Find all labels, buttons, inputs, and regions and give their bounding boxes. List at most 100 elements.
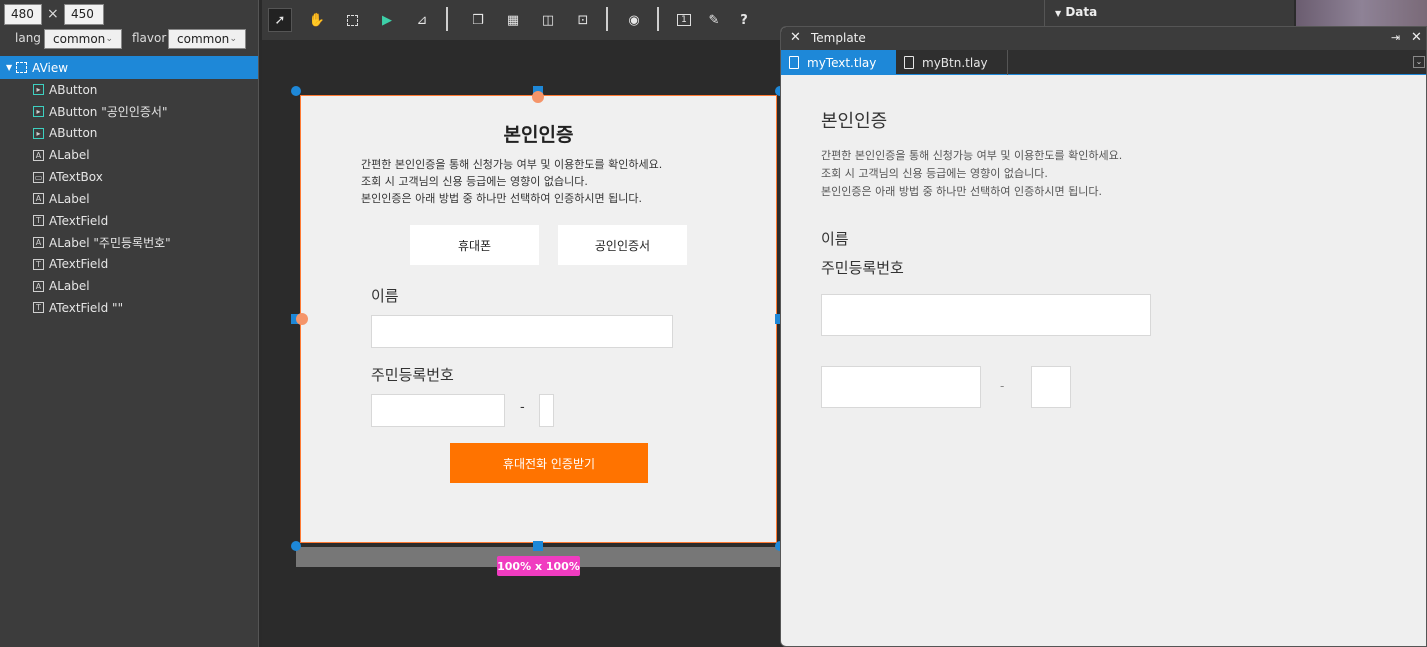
lang-value: common (53, 32, 106, 46)
shapes-icon[interactable]: ⊿ (410, 8, 434, 32)
tree-item-label: AButton (49, 126, 98, 141)
tree-root-label: AView (32, 60, 69, 75)
rrn-dash: - (520, 400, 525, 415)
tree-item[interactable]: ▭ ATextBox (33, 166, 258, 188)
template-heading: 본인인증 (821, 111, 888, 132)
toolbar-divider (657, 7, 659, 31)
template-desc-line: 간편한 본인인증을 통해 신청가능 여부 및 이용한도를 확인하세요. (821, 149, 1123, 162)
collapse-icon[interactable]: ▼ (1055, 9, 1061, 18)
template-dash: - (1000, 379, 1005, 393)
tree-item-label: ALabel (49, 148, 90, 163)
field-component-icon: T (33, 302, 44, 314)
template-desc-line: 조회 시 고객님의 신용 등급에는 영향이 없습니다. (821, 167, 1048, 180)
btn-component-icon: ▸ (33, 84, 44, 96)
times-sign: × (47, 6, 59, 22)
template-desc-line: 본인인증은 아래 방법 중 하나만 선택하여 인증하시면 됩니다. (821, 185, 1102, 198)
tree-item[interactable]: T ATextField "" (33, 297, 258, 319)
select-tool-icon[interactable]: ➚ (268, 8, 292, 32)
number-icon[interactable]: 1 (672, 8, 696, 32)
name-label: 이름 (371, 287, 399, 305)
template-rrn-label: 주민등록번호 (821, 259, 904, 277)
tree-item-label: ATextField "" (49, 300, 124, 315)
tree-item[interactable]: A ALabel "주민등록번호" (33, 232, 258, 254)
template-window: ✕ Template ⇥ ✕ myText.tlay myBtn.tlay ⌄ … (780, 26, 1427, 647)
tree-item-label: AButton "공인인증서" (49, 105, 168, 120)
tree-item[interactable]: ▸ AButton "공인인증서" (33, 101, 258, 123)
template-name-field[interactable] (821, 294, 1151, 336)
tree-root-row[interactable]: ▼ AView (0, 56, 258, 79)
template-rrn-first-field[interactable] (821, 366, 981, 408)
height-input[interactable]: 450 (64, 4, 104, 25)
tree-item-label: ATextBox (49, 170, 103, 185)
rrn-first-field[interactable] (371, 394, 505, 427)
hand-tool-icon[interactable]: ✋ (305, 8, 329, 32)
template-title: Template (811, 31, 866, 45)
tree-item[interactable]: A ALabel (33, 144, 258, 166)
edit-icon[interactable]: ✎ (702, 8, 726, 32)
design-desc-line: 조회 시 고객님의 신용 등급에는 영향이 없습니다. (361, 175, 588, 188)
cert-button[interactable]: 공인인증서 (558, 225, 687, 265)
tree-item[interactable]: ▸ AButton (33, 79, 258, 101)
tab-mybtn[interactable]: myBtn.tlay (896, 50, 1008, 75)
tools-icon: ✕ (790, 30, 801, 45)
label-component-icon: A (33, 236, 44, 248)
field-component-icon: T (33, 258, 44, 270)
eye-icon[interactable]: ◉ (622, 8, 646, 32)
flavor-select[interactable]: common ⌄ (168, 29, 246, 49)
chevron-down-icon[interactable]: ⌄ (1413, 56, 1425, 68)
tab-mytext[interactable]: myText.tlay (781, 50, 896, 75)
tree-item[interactable]: A ALabel (33, 275, 258, 297)
tree-item[interactable]: ▸ AButton (33, 123, 258, 145)
tree-item[interactable]: T ATextField (33, 210, 258, 232)
resize-handle[interactable] (291, 541, 301, 551)
btn-component-icon: ▸ (33, 127, 44, 139)
tree-item[interactable]: T ATextField (33, 253, 258, 275)
name-field[interactable] (371, 315, 673, 348)
phone-verify-button[interactable]: 휴대전화 인증받기 (450, 443, 648, 483)
flavor-label: flavor (132, 31, 167, 45)
fit-icon[interactable]: ⊡ (571, 8, 595, 32)
layers-icon[interactable]: ❒ (466, 8, 490, 32)
help-icon[interactable]: ? (732, 8, 756, 32)
design-frame[interactable]: 본인인증 간편한 본인인증을 통해 신청가능 여부 및 이용한도를 확인하세요.… (300, 95, 777, 543)
play-icon[interactable]: ▶ (375, 8, 399, 32)
rrn-label: 주민등록번호 (371, 366, 454, 384)
anchor-handle[interactable] (532, 91, 544, 103)
template-titlebar[interactable]: ✕ Template ⇥ ✕ (781, 27, 1426, 50)
template-name-label: 이름 (821, 230, 849, 248)
tab-label: myText.tlay (807, 55, 877, 70)
tree-item-label: ATextField (49, 213, 109, 228)
resize-handle[interactable] (533, 541, 543, 551)
tree-item[interactable]: A ALabel (33, 188, 258, 210)
btn-component-icon: ▸ (33, 106, 44, 118)
lang-select[interactable]: common ⌄ (44, 29, 122, 49)
anchor-handle[interactable] (296, 313, 308, 325)
data-header-label: Data (1065, 5, 1098, 19)
data-panel-header: ▼ Data (1044, 0, 1294, 26)
flavor-value: common (177, 32, 230, 46)
phone-button[interactable]: 휴대폰 (410, 225, 539, 265)
rrn-second-field[interactable] (539, 394, 554, 427)
layout-icon[interactable]: ◫ (536, 8, 560, 32)
resize-handle[interactable] (291, 86, 301, 96)
design-desc-line: 본인인증은 아래 방법 중 하나만 선택하여 인증하시면 됩니다. (361, 192, 642, 205)
dock-icon[interactable]: ⇥ (1391, 31, 1400, 44)
file-icon (789, 56, 799, 69)
marquee-tool-icon[interactable] (340, 8, 364, 32)
data-header[interactable]: ▼ Data (1055, 5, 1097, 19)
design-title: 본인인증 (503, 124, 574, 146)
width-input[interactable]: 480 (4, 4, 42, 25)
close-icon[interactable]: ✕ (1411, 30, 1422, 45)
expand-icon[interactable]: ▼ (6, 63, 12, 72)
outline-panel: 480 × 450 lang common ⌄ flavor common ⌄ … (0, 0, 258, 647)
template-description: 간편한 본인인증을 통해 신청가능 여부 및 이용한도를 확인하세요. 조회 시… (821, 147, 1122, 201)
tree-list: ▸ AButton ▸ AButton "공인인증서" ▸ AButton A ALabel ▭… (33, 79, 258, 319)
design-desc-line: 간편한 본인인증을 통해 신청가능 여부 및 이용한도를 확인하세요. (361, 158, 663, 171)
toolbar-divider (606, 7, 608, 31)
template-rrn-second-field[interactable] (1031, 366, 1071, 408)
field-component-icon: T (33, 215, 44, 227)
view-icon (16, 62, 28, 73)
lang-label: lang (15, 31, 41, 45)
thumbnail-preview (1296, 0, 1427, 26)
grid-icon[interactable]: ▦ (501, 8, 525, 32)
